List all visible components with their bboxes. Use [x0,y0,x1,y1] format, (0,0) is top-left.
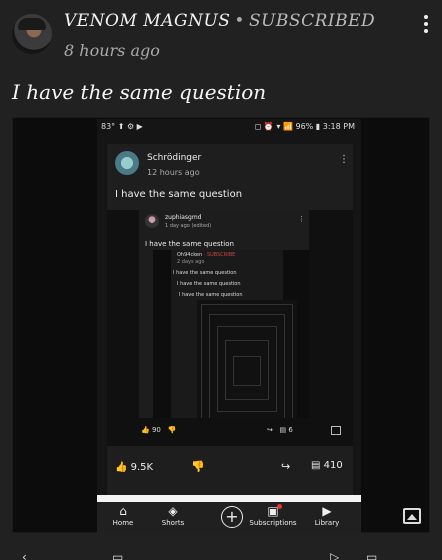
nested-time: 1 day ago (edited) [165,223,212,229]
create-icon: + [221,506,243,528]
status-bar: 83° ⬆ ⚙ ▶ ◻ ⏰ ▾ 📶 96% ▮ 3:18 PM [97,119,361,135]
nested-like-count: 90 [151,426,161,434]
author-name[interactable]: VENOM MAGNUS [64,11,230,31]
play-icon[interactable]: ▷ [330,550,339,560]
deep-subscribe: · SUBSCRIBE [203,252,236,258]
nav-shorts: ◈ Shorts [147,504,199,527]
image-icon[interactable] [403,508,421,524]
bottom-action-bar: ‹ ▭ ▷ ▭ [0,540,442,560]
nav-shorts-label: Shorts [161,519,185,527]
nested-likes: 👍 90 👎 [141,426,177,434]
white-strip [97,495,361,502]
comment-stat: ▤ 410 [311,460,343,471]
post-time: 8 hours ago [64,41,160,60]
deep-time: 2 days ago [177,259,205,265]
deep-name-line: Oh94cken · SUBSCRIBE [177,252,235,258]
nested-screenshot: zuphiasgmd 1 day ago (edited) ⋮ I have t… [107,210,353,446]
deep-line-1: I have the same question [173,270,237,276]
comment-stats: 👍 9.5K 👎 ↪ ▤ 410 [107,452,353,488]
nested-comments: ↪ ▤ 6 [267,426,293,434]
post-header: VENOM MAGNUS • SUBSCRIBED 8 hours ago [0,0,442,74]
nested-stats: 👍 90 👎 ↪ ▤ 6 [107,418,353,446]
like-stat: 👍 9.5K [115,462,153,473]
shorts-icon: ◈ [168,504,178,518]
deep-comment-card: Oh94cken · SUBSCRIBE 2 days ago I have t… [171,250,297,440]
nested-comment-card: zuphiasgmd 1 day ago (edited) ⋮ I have t… [139,210,309,442]
commenter-time: 12 hours ago [147,168,200,177]
commenter-name: Schrödinger [147,153,202,163]
deep-name: Oh94cken [177,252,203,258]
nav-subscriptions: ▣ Subscriptions [247,504,299,527]
nav-subscriptions-label: Subscriptions [249,519,297,527]
nested-image-icon [331,426,341,435]
nav-library: ▶ Library [301,504,353,527]
deep-line-2: I have the same question [177,281,241,287]
nav-home: ⌂ Home [97,504,149,527]
deep-nested-screenshot: Oh94cken · SUBSCRIBE 2 days ago I have t… [153,250,309,442]
bottom-nav: ⌂ Home ◈ Shorts + ▣ Subscriptions ▶ Libr… [97,502,361,533]
like-count: 9.5K [130,462,154,473]
back-icon[interactable]: ‹ [22,550,27,560]
post-text: I have the same question [12,80,267,104]
notification-badge [277,504,282,509]
separator-dot: • [234,11,245,31]
nav-home-label: Home [112,519,134,527]
library-icon: ▶ [322,504,332,518]
commenter-avatar [115,151,139,175]
nav-library-label: Library [314,519,340,527]
comments-icon: ▤ [311,460,321,471]
nested-more-icon: ⋮ [298,215,305,223]
window-icon[interactable]: ▭ [366,550,377,560]
nested-comment-count: 6 [288,426,293,434]
comment-card: Schrödinger 12 hours ago ⋮ I have the sa… [107,144,353,496]
subscriptions-icon: ▣ [247,504,299,519]
comment-count: 410 [323,460,343,471]
subscribed-label[interactable]: SUBSCRIBED [249,11,375,31]
nested-avatar [145,214,159,228]
phone-screen: 83° ⬆ ⚙ ▶ ◻ ⏰ ▾ 📶 96% ▮ 3:18 PM Schrödin… [97,119,361,533]
deep-line-3: I have the same question [179,292,243,298]
like-icon: 👍 [115,462,128,473]
author-line: VENOM MAGNUS • SUBSCRIBED [64,11,375,31]
comment-text: I have the same question [115,189,243,200]
tab-icon[interactable]: ▭ [112,550,123,560]
dislike-icon: 👎 [191,460,205,473]
attached-screenshot[interactable]: 83° ⬆ ⚙ ▶ ◻ ⏰ ▾ 📶 96% ▮ 3:18 PM Schrödin… [12,117,430,533]
nested-text: I have the same question [145,240,234,248]
nested-name: zuphiasgmd [165,214,202,221]
share-icon: ↪ [281,460,291,473]
status-right: ◻ ⏰ ▾ 📶 96% ▮ 3:18 PM [254,122,355,131]
author-avatar[interactable] [12,14,52,54]
status-left: 83° ⬆ ⚙ ▶ [101,122,143,131]
home-icon: ⌂ [119,504,127,518]
card-more-icon: ⋮ [339,154,349,165]
more-options-icon[interactable] [418,12,434,36]
